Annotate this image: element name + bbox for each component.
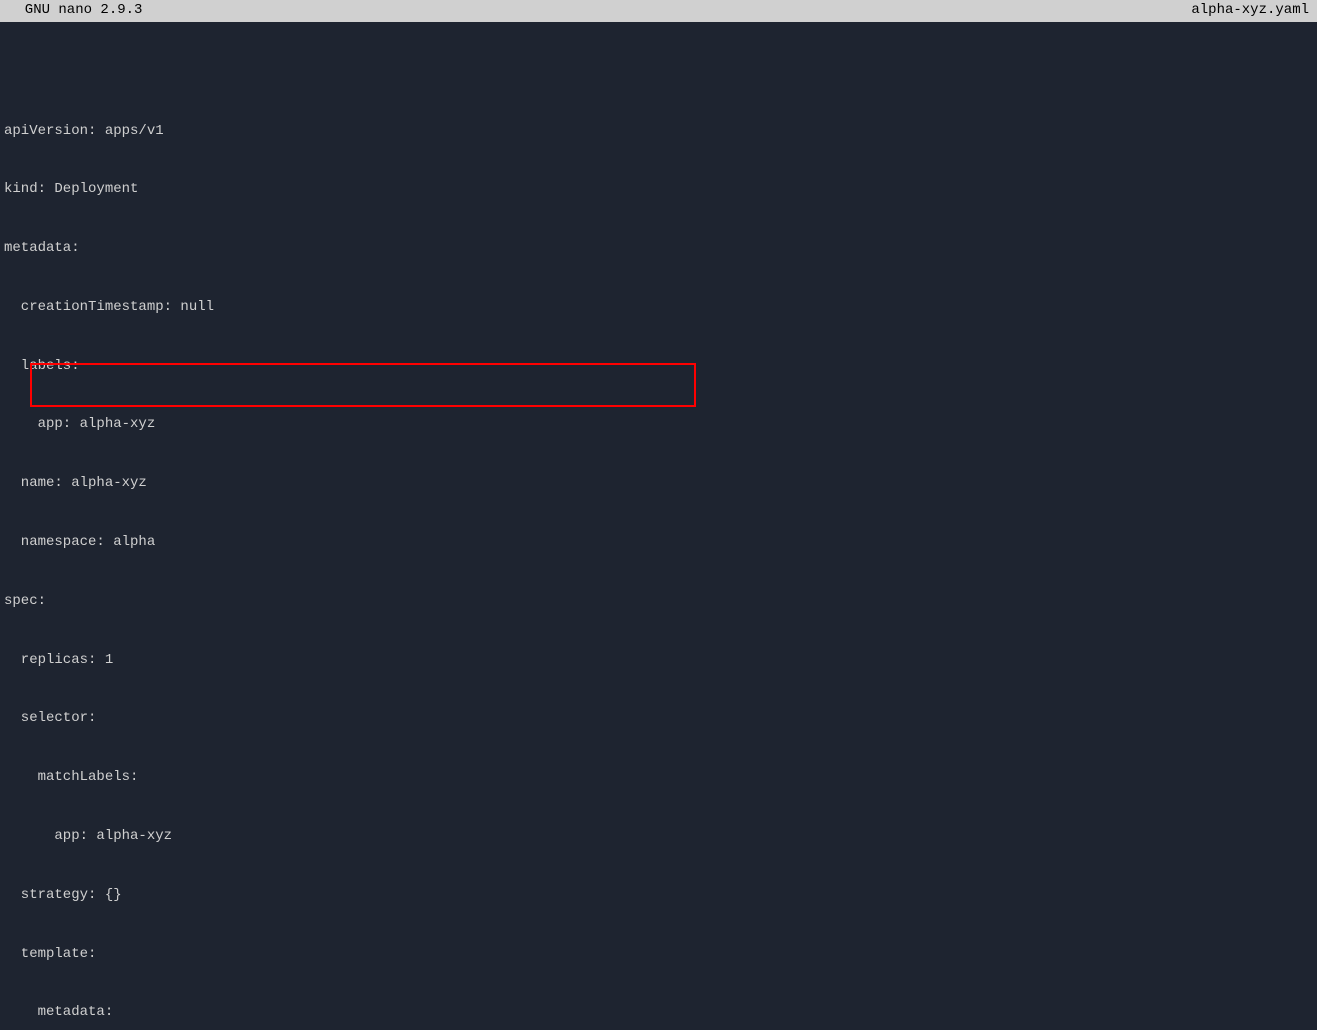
editor-line: spec: <box>4 592 1313 612</box>
editor-content[interactable]: apiVersion: apps/v1 kind: Deployment met… <box>0 22 1317 1030</box>
editor-line: app: alpha-xyz <box>4 827 1313 847</box>
editor-line: selector: <box>4 709 1313 729</box>
editor-line: namespace: alpha <box>4 533 1313 553</box>
file-name: alpha-xyz.yaml <box>1191 1 1309 21</box>
editor-line: replicas: 1 <box>4 651 1313 671</box>
editor-line: template: <box>4 945 1313 965</box>
app-name: GNU nano 2.9.3 <box>8 1 142 21</box>
editor-line: kind: Deployment <box>4 180 1313 200</box>
editor-line: creationTimestamp: null <box>4 298 1313 318</box>
editor-line: strategy: {} <box>4 886 1313 906</box>
editor-line: metadata: <box>4 1003 1313 1023</box>
editor-line: apiVersion: apps/v1 <box>4 122 1313 142</box>
editor-line <box>4 63 1313 83</box>
editor-line: app: alpha-xyz <box>4 415 1313 435</box>
editor-line: labels: <box>4 357 1313 377</box>
editor-line: metadata: <box>4 239 1313 259</box>
title-bar: GNU nano 2.9.3 alpha-xyz.yaml <box>0 0 1317 22</box>
editor-line: name: alpha-xyz <box>4 474 1313 494</box>
editor-line: matchLabels: <box>4 768 1313 788</box>
